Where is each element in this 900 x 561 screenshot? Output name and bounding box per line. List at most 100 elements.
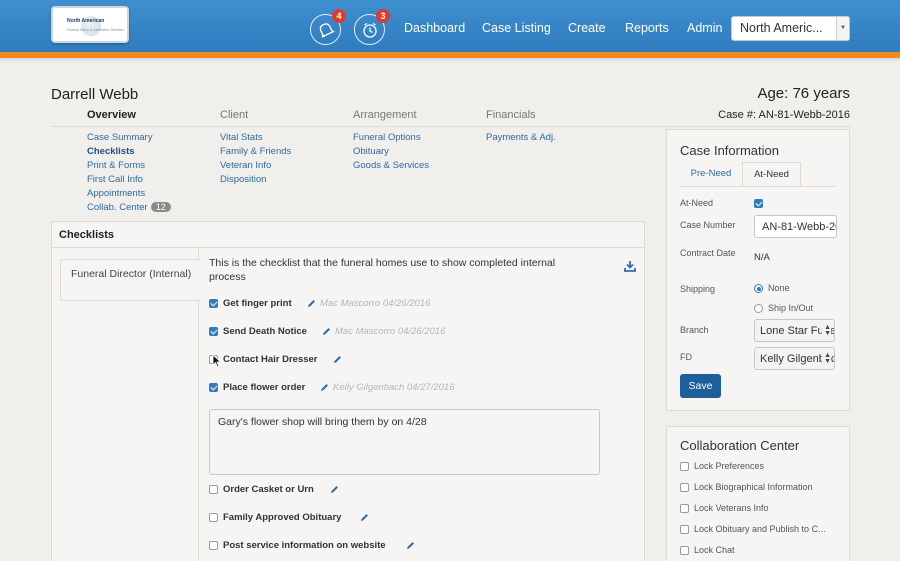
link-family-friends[interactable]: Family & Friends xyxy=(220,146,291,157)
pencil-icon[interactable] xyxy=(333,355,342,364)
checkbox-family-approved-obituary[interactable] xyxy=(209,513,218,522)
lock-obituary-checkbox[interactable] xyxy=(680,525,689,534)
link-payments-adj[interactable]: Payments & Adj. xyxy=(486,132,556,143)
download-icon[interactable] xyxy=(624,260,636,272)
nav-dashboard[interactable]: Dashboard xyxy=(404,21,465,35)
pencil-icon[interactable] xyxy=(307,299,316,308)
at-need-label: At-Need xyxy=(680,198,714,208)
shipping-ship-radio[interactable] xyxy=(754,304,763,313)
section-client[interactable]: Client xyxy=(220,109,248,121)
header-shadow xyxy=(0,58,900,62)
lock-preferences-label: Lock Preferences xyxy=(694,461,765,471)
checkbox-place-flower-order[interactable] xyxy=(209,383,218,392)
decedent-age: Age: 76 years xyxy=(757,85,850,102)
lock-obituary-label: Lock Obituary and Publish to C... xyxy=(694,524,826,534)
branch-select[interactable]: Lone Star Funeral ▲▼ xyxy=(754,319,835,342)
mouse-cursor-icon xyxy=(212,354,222,368)
case-number-field-label: Case Number xyxy=(680,220,736,230)
reminders-badge: 3 xyxy=(376,9,390,23)
company-logo[interactable]: North American Funeral Home & Cremation … xyxy=(51,6,129,43)
clock-icon xyxy=(363,22,377,38)
item-label-send-death-notice: Send Death Notice xyxy=(223,326,307,337)
section-financials[interactable]: Financials xyxy=(486,109,536,121)
lock-biographical-label: Lock Biographical Information xyxy=(694,482,813,492)
caret-down-icon: ▼ xyxy=(836,17,849,40)
item-meta-send-death-notice: Mac Mascorro 04/26/2016 xyxy=(335,326,446,337)
pencil-icon[interactable] xyxy=(330,485,339,494)
checklist-tabs: Funeral Director (Internal) xyxy=(52,248,200,561)
item-label-place-flower-order: Place flower order xyxy=(223,382,306,393)
shipping-ship-label: Ship In/Out xyxy=(768,303,814,313)
link-vital-stats[interactable]: Vital Stats xyxy=(220,132,263,143)
pencil-icon[interactable] xyxy=(406,541,415,550)
link-appointments[interactable]: Appointments xyxy=(87,188,145,199)
tab-pre-need[interactable]: Pre-Need xyxy=(680,162,742,186)
checklists-title: Checklists xyxy=(52,222,644,248)
checklist-description: This is the checklist that the funeral h… xyxy=(209,257,556,283)
nav-case-listing[interactable]: Case Listing xyxy=(482,21,551,35)
link-disposition[interactable]: Disposition xyxy=(220,174,266,185)
lock-biographical-checkbox[interactable] xyxy=(680,483,689,492)
collab-count-badge: 12 xyxy=(150,202,171,212)
lock-preferences-checkbox[interactable] xyxy=(680,462,689,471)
link-obituary[interactable]: Obituary xyxy=(353,146,389,157)
case-information-title: Case Information xyxy=(680,143,779,158)
tab-funeral-director-internal[interactable]: Funeral Director (Internal) xyxy=(60,259,200,301)
checkbox-send-death-notice[interactable] xyxy=(209,327,218,336)
link-checklists[interactable]: Checklists xyxy=(87,146,135,157)
decedent-name: Darrell Webb xyxy=(51,86,139,103)
checklists-panel: Checklists Funeral Director (Internal) T… xyxy=(51,221,645,561)
logo-text: North American xyxy=(67,18,105,24)
item-label-post-service-info: Post service information on website xyxy=(223,540,386,551)
link-veteran-info[interactable]: Veteran Info xyxy=(220,160,271,171)
top-navbar: North American Funeral Home & Cremation … xyxy=(0,0,900,52)
organization-select-value: North Americ... xyxy=(740,21,823,35)
collaboration-center-panel: Collaboration Center Lock Preferences Lo… xyxy=(666,426,850,561)
collaboration-center-title: Collaboration Center xyxy=(680,438,800,453)
case-number-input[interactable]: AN-81-Webb-2016 xyxy=(754,215,837,238)
pencil-icon[interactable] xyxy=(320,383,329,392)
checkbox-get-finger-print[interactable] xyxy=(209,299,218,308)
bell-icon xyxy=(319,23,335,38)
save-button[interactable]: Save xyxy=(680,374,721,398)
shipping-none-label: None xyxy=(768,283,790,293)
link-first-call-info[interactable]: First Call Info xyxy=(87,174,143,185)
link-funeral-options[interactable]: Funeral Options xyxy=(353,132,421,143)
pencil-icon[interactable] xyxy=(322,327,331,336)
checkbox-post-service-info[interactable] xyxy=(209,541,218,550)
logo-subtext: Funeral Home & Cremation Services xyxy=(67,28,124,32)
pencil-icon[interactable] xyxy=(360,513,369,522)
item-label-order-casket-urn: Order Casket or Urn xyxy=(223,484,314,495)
lock-veterans-checkbox[interactable] xyxy=(680,504,689,513)
section-divider xyxy=(51,126,851,127)
link-case-summary[interactable]: Case Summary xyxy=(87,132,152,143)
lock-chat-checkbox[interactable] xyxy=(680,546,689,555)
section-arrangement[interactable]: Arrangement xyxy=(353,109,417,121)
notifications-badge: 4 xyxy=(332,9,346,23)
nav-admin[interactable]: Admin xyxy=(687,21,722,35)
link-collab-center[interactable]: Collab. Center 12 xyxy=(87,202,171,213)
item-label-contact-hair-dresser: Contact Hair Dresser xyxy=(223,354,318,365)
shipping-label: Shipping xyxy=(680,284,716,294)
nav-create[interactable]: Create xyxy=(568,21,606,35)
checkbox-order-casket-urn[interactable] xyxy=(209,485,218,494)
fd-label: FD xyxy=(680,352,692,362)
link-goods-services[interactable]: Goods & Services xyxy=(353,160,429,171)
item-label-get-finger-print: Get finger print xyxy=(223,298,292,309)
at-need-checkbox[interactable] xyxy=(754,199,763,208)
case-information-panel: Case Information Pre-Need At-Need At-Nee… xyxy=(666,129,850,411)
reminders-button[interactable]: 3 xyxy=(354,9,390,45)
link-print-forms[interactable]: Print & Forms xyxy=(87,160,145,171)
organization-select[interactable]: North Americ... ▼ xyxy=(731,16,850,41)
branch-label: Branch xyxy=(680,325,709,335)
case-number-label: Case #: AN-81-Webb-2016 xyxy=(718,109,850,121)
flower-order-note[interactable]: Gary's flower shop will bring them by on… xyxy=(209,409,600,475)
select-arrows-icon: ▲ ▼ xyxy=(822,324,831,337)
section-overview[interactable]: Overview xyxy=(87,109,136,121)
shipping-none-radio[interactable] xyxy=(754,284,763,293)
case-info-tab-divider xyxy=(680,186,837,187)
fd-select[interactable]: Kelly Gilgenbach ▲ ▼ xyxy=(754,347,835,370)
notifications-button[interactable]: 4 xyxy=(310,9,346,45)
nav-reports[interactable]: Reports xyxy=(625,21,669,35)
tab-at-need[interactable]: At-Need xyxy=(742,162,801,186)
